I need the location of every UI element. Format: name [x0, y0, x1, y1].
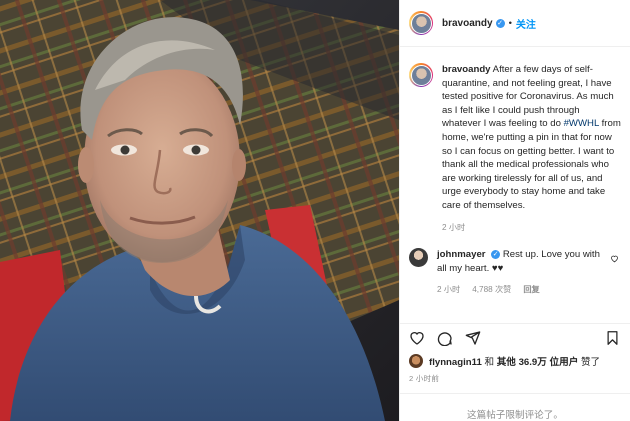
- separator-dot: •: [508, 17, 512, 29]
- likes-text: flynnagin11 和 其他 36.9万 位用户 赞了: [429, 354, 600, 368]
- instagram-post-window: bravoandy ✓ • 关注 bravoandy After a few d…: [0, 0, 630, 421]
- commenter-avatar[interactable]: [409, 248, 428, 268]
- share-icon[interactable]: [465, 330, 481, 346]
- verified-check-icon: ✓: [495, 18, 505, 28]
- post-photo[interactable]: [0, 0, 399, 421]
- caption-body: bravoandy After a few days of self-quara…: [442, 63, 621, 234]
- action-bar: [400, 324, 630, 352]
- comment-icon[interactable]: [437, 330, 453, 346]
- caption-timestamp[interactable]: 2 小时: [442, 221, 621, 235]
- comments-section[interactable]: bravoandy After a few days of self-quara…: [400, 47, 630, 324]
- caption-avatar[interactable]: [409, 63, 433, 87]
- verified-check-icon: ✓: [491, 250, 501, 260]
- commenter-username[interactable]: johnmayer: [437, 249, 486, 260]
- comment-reply-button[interactable]: 回复: [523, 283, 539, 297]
- likes-summary: flynnagin11 和 其他 36.9万 位用户 赞了: [400, 352, 630, 370]
- post-timestamp[interactable]: 2 小时前: [400, 370, 630, 384]
- caption-username[interactable]: bravoandy: [442, 64, 491, 75]
- follow-button[interactable]: 关注: [516, 16, 536, 31]
- comment-like-heart-icon[interactable]: [610, 254, 619, 265]
- likes-suffix: 赞了: [580, 357, 601, 368]
- comment-meta: 2 小时 4,788 次赞 回复: [437, 283, 605, 297]
- liker-username[interactable]: flynnagin11: [429, 357, 482, 368]
- selfie-image: [0, 0, 399, 421]
- post-header: bravoandy ✓ • 关注: [400, 0, 630, 47]
- post-side-panel: bravoandy ✓ • 关注 bravoandy After a few d…: [399, 0, 630, 421]
- liker-avatar[interactable]: [409, 354, 423, 368]
- comment-timestamp[interactable]: 2 小时: [437, 283, 460, 297]
- author-username[interactable]: bravoandy: [442, 18, 493, 29]
- likes-and: 和: [484, 357, 495, 368]
- heart-icon[interactable]: [409, 330, 425, 346]
- caption: bravoandy After a few days of self-quara…: [409, 63, 621, 234]
- comments-disabled-notice: 这篇帖子限制评论了。: [400, 393, 630, 421]
- author-avatar[interactable]: [409, 11, 433, 35]
- caption-text-end: from home, we're putting a pin in that f…: [442, 118, 621, 211]
- bookmark-icon[interactable]: [605, 330, 620, 349]
- comment-item: johnmayer ✓ Rest up. Love you with all m…: [409, 248, 621, 297]
- comment-body: johnmayer ✓ Rest up. Love you with all m…: [437, 248, 605, 297]
- comment-like-count[interactable]: 4,788 次赞: [472, 283, 511, 297]
- hashtag-link[interactable]: #WWHL: [564, 118, 599, 129]
- likes-others-count[interactable]: 其他 36.9万 位用户: [497, 357, 579, 368]
